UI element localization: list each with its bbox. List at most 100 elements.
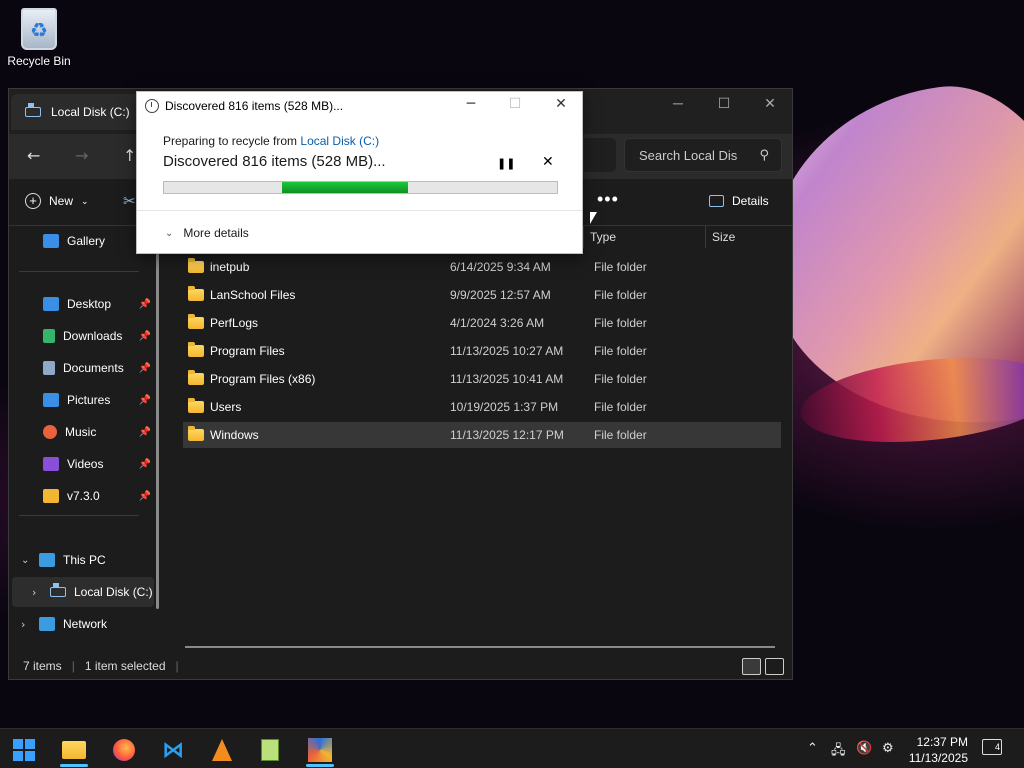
cancel-icon[interactable]: ✕ <box>542 154 554 170</box>
recycle-bin-desktop-icon[interactable]: Recycle Bin <box>4 6 74 68</box>
network-tray-icon[interactable]: 🖧 <box>831 741 846 763</box>
folder-icon <box>188 398 204 413</box>
desktop-icon <box>43 297 59 311</box>
sidebar-item-this-pc[interactable]: ⌄ This PC <box>9 545 157 575</box>
new-button[interactable]: + New ⌄ <box>25 193 89 209</box>
chevron-right-icon[interactable]: › <box>21 618 39 631</box>
sidebar-divider <box>19 515 139 516</box>
pin-icon[interactable]: 📌 <box>139 491 151 502</box>
dialog-maximize-button[interactable]: ☐ <box>495 96 535 112</box>
address-bar[interactable] <box>584 138 616 172</box>
horizontal-scrollbar[interactable] <box>185 646 775 648</box>
drive-icon <box>50 583 66 597</box>
pin-icon[interactable]: 📌 <box>139 299 151 310</box>
folder-icon <box>188 342 204 357</box>
network-icon <box>39 617 55 631</box>
pin-icon[interactable]: 📌 <box>139 427 151 438</box>
back-button[interactable]: ← <box>27 146 40 165</box>
sidebar-item-local-disk[interactable]: › Local Disk (C:) <box>12 577 154 607</box>
details-button[interactable]: Details <box>709 194 769 208</box>
chevron-down-icon[interactable]: ⌄ <box>21 555 39 566</box>
cut-icon[interactable]: ✂ <box>123 192 136 210</box>
taskbar-vlc[interactable] <box>202 733 242 767</box>
mouse-cursor <box>590 212 597 224</box>
clock-icon <box>145 99 159 113</box>
dialog-divider <box>137 210 582 211</box>
more-options-button[interactable]: ••• <box>597 189 619 210</box>
file-date: 11/13/2025 10:41 AM <box>450 372 564 386</box>
file-type: File folder <box>594 400 647 414</box>
sidebar-item-desktop[interactable]: Desktop 📌 <box>9 289 157 319</box>
chevron-up-icon[interactable]: ⌃ <box>807 741 818 756</box>
status-separator: | <box>71 659 75 673</box>
sidebar-item-network[interactable]: › Network <box>9 609 157 639</box>
table-row[interactable]: inetpub 6/14/2025 9:34 AM File folder <box>183 254 781 280</box>
table-row[interactable]: Program Files 11/13/2025 10:27 AM File f… <box>183 338 781 364</box>
taskbar-firefox[interactable] <box>104 733 144 767</box>
clock-time: 12:37 PM <box>916 735 968 749</box>
dialog-minimize-button[interactable]: ─ <box>451 96 491 112</box>
chevron-right-icon[interactable]: › <box>32 586 50 599</box>
view-toggle <box>742 658 784 675</box>
taskbar-notepad-plus[interactable] <box>250 733 290 767</box>
gallery-icon <box>43 234 59 248</box>
sidebar-item-documents[interactable]: Documents 📌 <box>9 353 157 383</box>
table-row[interactable]: Program Files (x86) 11/13/2025 10:41 AM … <box>183 366 781 392</box>
settings-gear-icon[interactable]: ⚙ <box>882 741 894 756</box>
taskbar-vscode[interactable]: ⋈ <box>153 733 193 767</box>
table-row[interactable]: LanSchool Files 9/9/2025 12:57 AM File f… <box>183 282 781 308</box>
sidebar-item-music[interactable]: Music 📌 <box>9 417 157 447</box>
file-name: inetpub <box>210 260 250 274</box>
table-row[interactable]: Users 10/19/2025 1:37 PM File folder <box>183 394 781 420</box>
sidebar-item-downloads[interactable]: Downloads 📌 <box>9 321 157 351</box>
pin-icon[interactable]: 📌 <box>139 395 151 406</box>
search-input[interactable]: Search Local Dis ⚲ <box>624 138 782 172</box>
source-link[interactable]: Local Disk (C:) <box>300 134 379 148</box>
column-header-type[interactable]: Type <box>583 226 697 248</box>
pin-icon[interactable]: 📌 <box>139 331 151 342</box>
sidebar-item-gallery[interactable]: Gallery <box>9 226 157 256</box>
taskbar-app[interactable] <box>300 733 340 767</box>
table-row-selected[interactable]: Windows 11/13/2025 12:17 PM File folder <box>183 422 781 448</box>
picture-icon <box>43 393 59 407</box>
more-details-button[interactable]: ⌄ More details <box>165 226 249 240</box>
recycle-bin-label: Recycle Bin <box>7 54 71 68</box>
more-details-label: More details <box>183 226 249 240</box>
column-header-size[interactable]: Size <box>705 226 785 248</box>
navigation-pane: Gallery Desktop 📌 Downloads 📌 Documents … <box>9 226 157 654</box>
folder-icon <box>188 370 204 385</box>
taskbar-clock[interactable]: 12:37 PM 11/13/2025 <box>906 734 968 766</box>
tiles-view-button[interactable] <box>765 658 784 675</box>
volume-muted-icon[interactable]: 🔇 <box>856 741 872 756</box>
pin-icon[interactable]: 📌 <box>139 459 151 470</box>
up-button[interactable]: ↑ <box>123 146 136 165</box>
file-date: 11/13/2025 12:17 PM <box>450 428 564 442</box>
vscode-icon: ⋈ <box>162 737 184 763</box>
folder-icon <box>188 426 204 441</box>
forward-button[interactable]: → <box>75 146 88 165</box>
taskbar-file-explorer[interactable] <box>54 733 94 767</box>
close-button[interactable]: ✕ <box>747 95 793 112</box>
sidebar-item-pictures[interactable]: Pictures 📌 <box>9 385 157 415</box>
start-button[interactable] <box>4 733 44 767</box>
item-count: 7 items <box>23 659 62 673</box>
pause-icon[interactable]: ❚❚ <box>497 157 515 170</box>
file-name: PerfLogs <box>210 316 259 330</box>
file-date: 9/9/2025 12:57 AM <box>450 288 551 302</box>
details-view-button[interactable] <box>742 658 761 675</box>
video-icon <box>43 457 59 471</box>
dialog-close-button[interactable]: ✕ <box>541 96 581 112</box>
sidebar-item-videos[interactable]: Videos 📌 <box>9 449 157 479</box>
sidebar-item-v730[interactable]: v7.3.0 📌 <box>9 481 157 511</box>
file-name: Users <box>210 400 242 414</box>
details-pane-icon <box>709 195 724 207</box>
minimize-button[interactable]: ─ <box>655 95 701 111</box>
maximize-button[interactable]: ☐ <box>701 95 747 112</box>
status-bar: 7 items | 1 item selected | <box>23 659 179 673</box>
sidebar-scrollbar[interactable] <box>156 229 159 609</box>
tab-local-disk[interactable]: Local Disk (C:) <box>11 94 141 130</box>
dialog-status: Discovered 816 items (528 MB)... <box>163 153 386 170</box>
table-row[interactable]: PerfLogs 4/1/2024 3:26 AM File folder <box>183 310 781 336</box>
pin-icon[interactable]: 📌 <box>139 363 151 374</box>
notification-center-button[interactable]: 4 <box>982 739 1002 755</box>
